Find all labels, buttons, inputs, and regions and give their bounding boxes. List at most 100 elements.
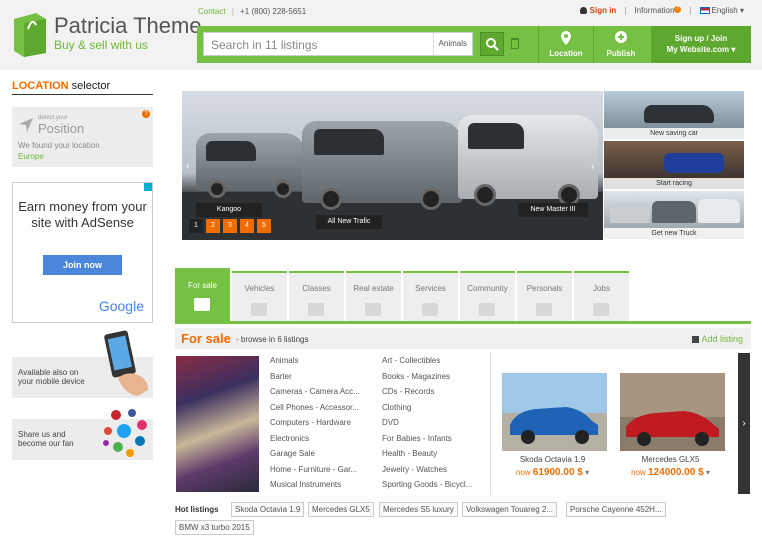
category-link[interactable]: Animals: [270, 356, 298, 365]
information-link[interactable]: Information?: [634, 6, 682, 15]
tab-vehicles[interactable]: Vehicles: [232, 271, 287, 322]
price-value: 124000.00 $: [648, 467, 704, 478]
category-link[interactable]: Cell Phones - Accessor...: [270, 403, 359, 412]
listing-title[interactable]: Skoda Octavia 1.9: [496, 455, 609, 464]
category-link[interactable]: Electronics: [270, 434, 309, 443]
listing-title[interactable]: Mercedes GLX5: [614, 455, 727, 464]
shopping-bag-logo-icon: [14, 13, 46, 57]
site-logo[interactable]: Patricia Theme Buy & sell with us: [12, 7, 202, 65]
briefcase-icon: [593, 303, 609, 316]
slider-page[interactable]: 5: [257, 219, 271, 233]
tab-label: Vehicles: [244, 284, 275, 293]
slider-page[interactable]: 2: [206, 219, 220, 233]
tab-personals[interactable]: Personals: [517, 271, 572, 322]
category-link[interactable]: Barter: [270, 372, 292, 381]
website-label: My Website.com ▾: [651, 44, 751, 55]
found-location-text: We found your location: [18, 141, 100, 150]
heart-icon: [536, 303, 552, 316]
navigation-arrow-icon: [19, 118, 33, 132]
category-link[interactable]: Jewelry - Watches: [382, 465, 447, 474]
publish-button[interactable]: Publish: [593, 26, 648, 63]
add-listing-link[interactable]: Add listing: [692, 334, 743, 344]
tab-jobs[interactable]: Jobs: [574, 271, 629, 322]
search-box[interactable]: Search in 11 listings Animals: [203, 32, 473, 56]
category-link[interactable]: Musical Instruments: [270, 480, 341, 489]
listing-card[interactable]: Mercedes GLX5 now 124000.00 $ ▾: [614, 355, 727, 492]
trash-icon[interactable]: [511, 38, 519, 49]
hot-listing-tag[interactable]: BMW x3 turbo 2015: [175, 520, 254, 535]
category-link[interactable]: CDs - Records: [382, 387, 434, 396]
skoda-car-image: [502, 373, 607, 451]
mobile-promo[interactable]: Available also on your mobile device: [12, 330, 153, 398]
slider-page[interactable]: 4: [240, 219, 254, 233]
slider-next-arrow[interactable]: ›: [591, 161, 599, 172]
adsense-ad[interactable]: Earn money from your site with AdSense J…: [12, 182, 153, 323]
social-promo[interactable]: Share us and become our fan: [12, 409, 153, 460]
carousel-next-button[interactable]: ›: [738, 353, 750, 494]
location-button[interactable]: Location: [538, 26, 593, 63]
slider-page[interactable]: 3: [223, 219, 237, 233]
tab-community[interactable]: Community: [460, 271, 515, 322]
language-selector[interactable]: English ▾: [699, 6, 744, 15]
category-link[interactable]: Sporting Goods - Bicycl...: [382, 480, 472, 489]
top-links-separator: |: [689, 6, 692, 15]
hot-listings-label: Hot listings: [175, 505, 219, 514]
price-prefix: now: [515, 468, 531, 477]
category-link[interactable]: For Babies - Infants: [382, 434, 452, 443]
hot-listing-tag[interactable]: Skoda Octavia 1.9: [231, 502, 305, 517]
contact-link[interactable]: Contact: [198, 7, 226, 16]
music-icon: [479, 303, 495, 316]
map-pin-icon: [561, 31, 571, 45]
slider-prev-arrow[interactable]: ‹: [186, 161, 194, 172]
hot-listing-tag[interactable]: Porsche Cayenne 452H...: [566, 502, 666, 517]
category-link[interactable]: Garage Sale: [270, 449, 315, 458]
search-category-select[interactable]: Animals: [432, 33, 472, 55]
category-link[interactable]: Cameras - Camera Acc...: [270, 387, 360, 396]
thumbnail[interactable]: New saving car: [604, 91, 744, 139]
category-link[interactable]: Health - Beauty: [382, 449, 437, 458]
social-promo-text: Share us and become our fan: [18, 430, 74, 448]
category-link[interactable]: Home - Furniture - Gar...: [270, 465, 357, 474]
search-button[interactable]: [480, 32, 504, 56]
slider-page[interactable]: 1: [189, 219, 203, 233]
hot-listing-tag[interactable]: Mercedes GLX5: [308, 502, 374, 517]
search-input[interactable]: Search in 11 listings: [211, 38, 318, 52]
tab-real-estate[interactable]: Real estate: [346, 271, 401, 322]
ad-choices-icon[interactable]: [144, 183, 152, 191]
price-prefix: now: [631, 468, 646, 477]
location-selector-title: LOCATION selector: [12, 80, 153, 95]
sign-in-link[interactable]: Sign in: [590, 6, 617, 15]
detect-position-label: Position: [38, 121, 85, 136]
thumbnail[interactable]: Get new Truck: [604, 191, 744, 239]
hero-slider[interactable]: Kangoo All New Trafic New Master III ‹ ›…: [182, 91, 603, 240]
thumbnail[interactable]: Start racing: [604, 141, 744, 189]
category-tabs: For sale Vehicles Classes Real estate Se…: [175, 268, 751, 322]
join-now-button[interactable]: Join now: [43, 255, 122, 275]
help-icon[interactable]: ?: [142, 110, 150, 118]
tab-classes[interactable]: Classes: [289, 271, 344, 322]
location-label: Location: [549, 49, 583, 58]
detect-position-box[interactable]: detect your Position We found your locat…: [12, 107, 153, 167]
listing-price: now 124000.00 $ ▾: [614, 467, 727, 478]
category-link[interactable]: Computers - Hardware: [270, 418, 351, 427]
user-icon: [579, 7, 587, 14]
ad-headline: Earn money from your site with AdSense: [18, 199, 147, 230]
tab-label: For sale: [188, 281, 217, 290]
social-icons-cluster: [103, 409, 147, 457]
website-text: My Website.com: [666, 45, 730, 54]
mobile-promo-text: Available also on your mobile device: [18, 368, 85, 386]
thumb-car-shape: [644, 105, 714, 123]
category-link[interactable]: Art - Collectibles: [382, 356, 440, 365]
publish-label: Publish: [606, 49, 636, 58]
listing-card[interactable]: Skoda Octavia 1.9 now 61900.00 $ ▾: [496, 355, 609, 492]
detected-region[interactable]: Europe: [18, 152, 44, 161]
signup-button[interactable]: Sign up / Join My Website.com ▾: [651, 26, 751, 63]
hot-listing-tag[interactable]: Mercedes S5 luxury: [379, 502, 458, 517]
hot-listing-tag[interactable]: Volkswagen Touareg 2...: [462, 502, 558, 517]
category-link[interactable]: DVD: [382, 418, 399, 427]
tab-for-sale[interactable]: For sale: [175, 268, 230, 322]
tab-services[interactable]: Services: [403, 271, 458, 322]
tab-label: Jobs: [593, 284, 610, 293]
category-link[interactable]: Books - Magazines: [382, 372, 450, 381]
category-link[interactable]: Clothing: [382, 403, 411, 412]
